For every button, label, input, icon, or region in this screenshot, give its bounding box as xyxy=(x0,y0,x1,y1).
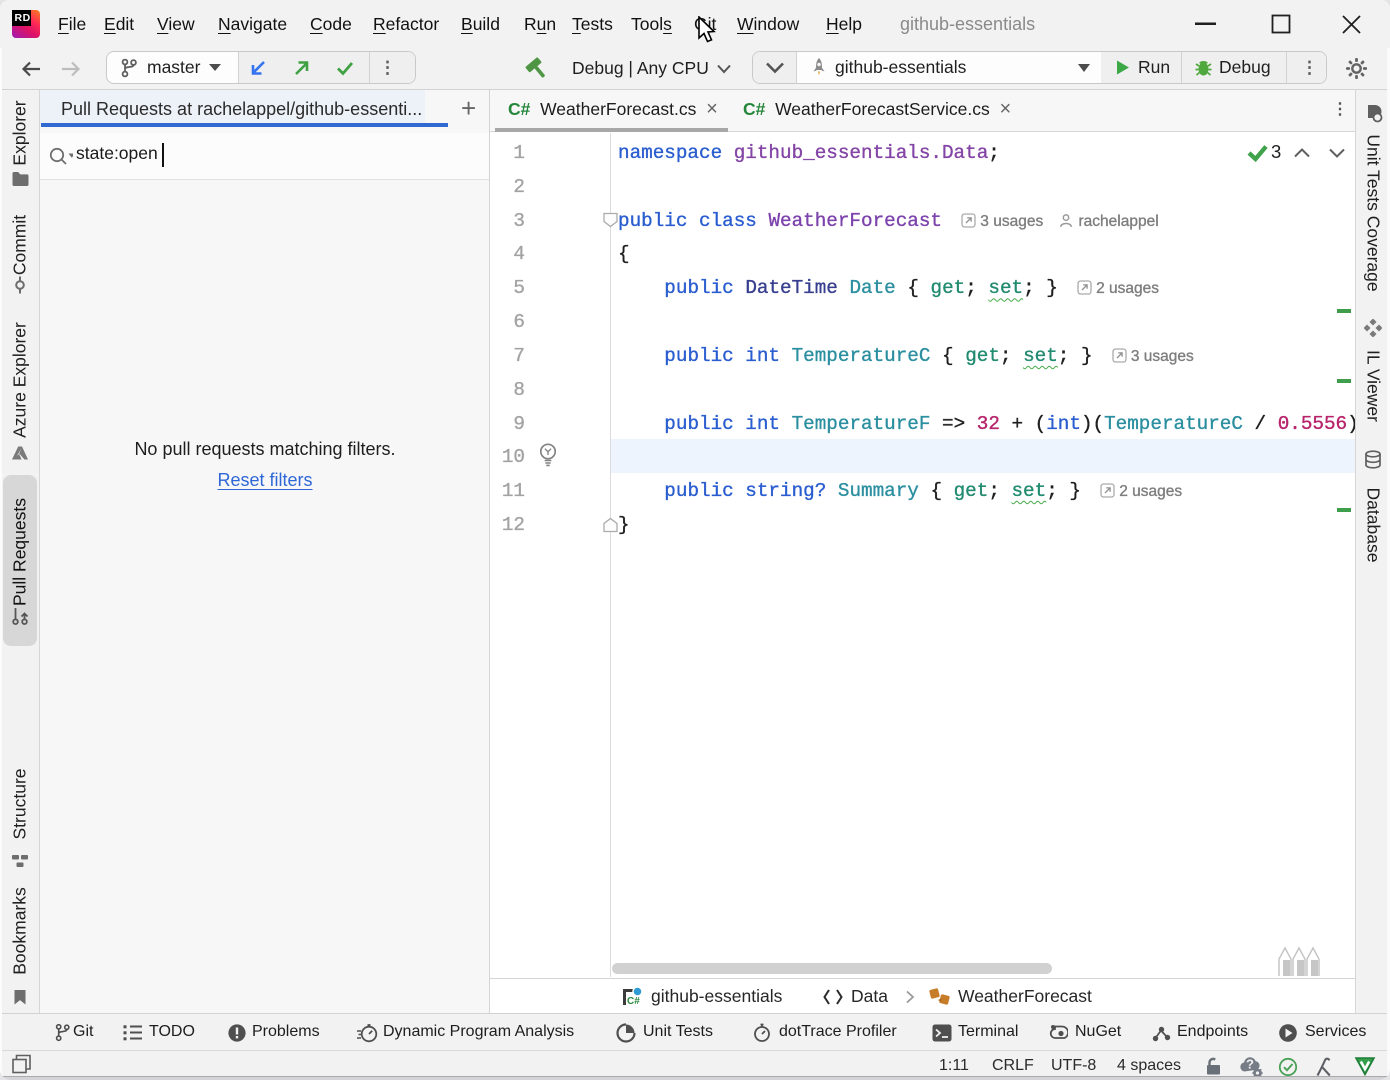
svg-text:C#: C# xyxy=(627,996,640,1007)
svg-text:?: ? xyxy=(1246,1057,1254,1072)
